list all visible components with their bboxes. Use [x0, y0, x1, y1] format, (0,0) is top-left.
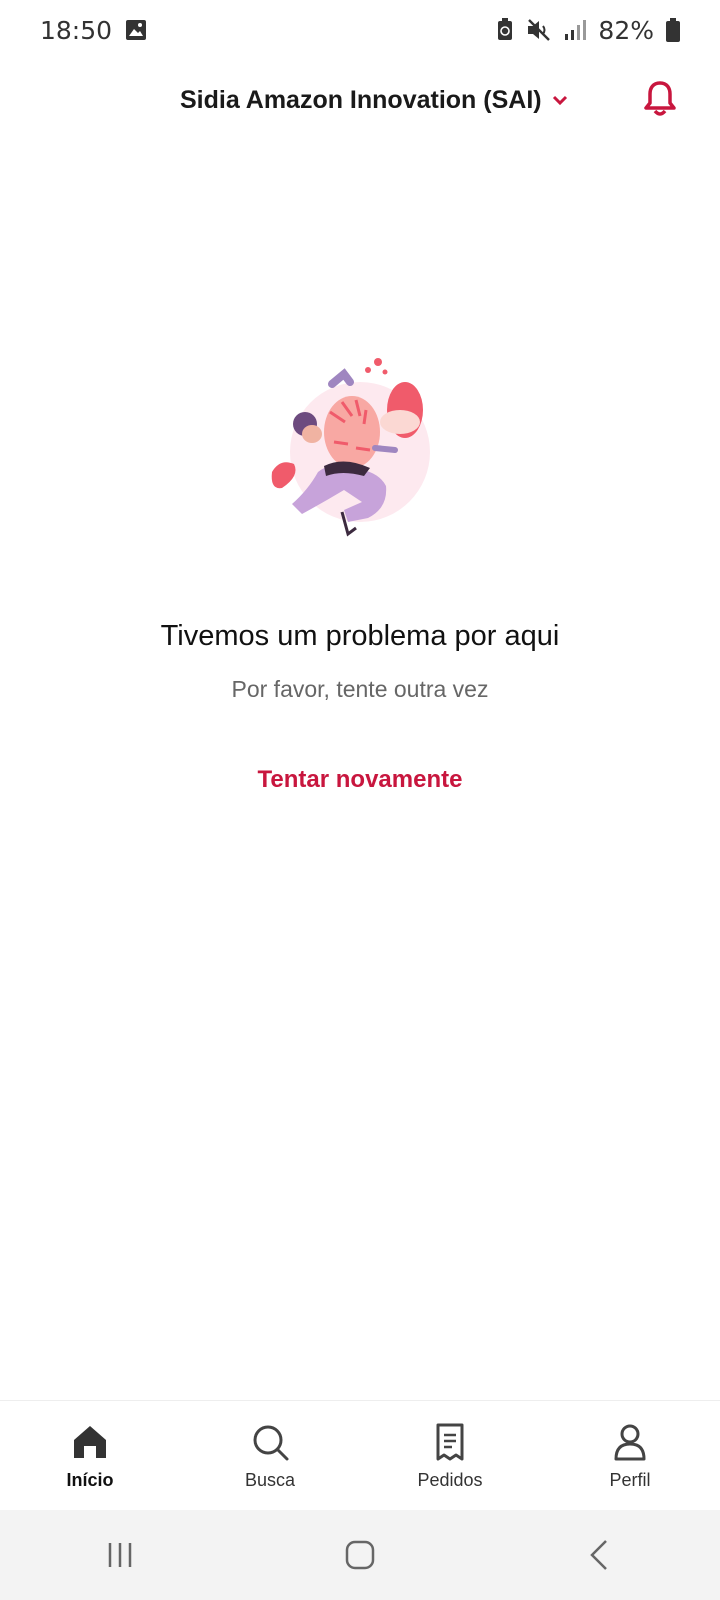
bell-icon[interactable]	[640, 78, 680, 118]
status-right: 82%	[496, 16, 680, 45]
status-left: 18:50	[40, 16, 148, 45]
search-icon	[253, 1425, 289, 1460]
clock: 18:50	[40, 15, 113, 45]
bottom-nav: Início Busca Pedidos Perfil	[0, 1400, 720, 1511]
battery-saver-icon	[498, 18, 513, 40]
nav-label-busca: Busca	[244, 1469, 296, 1490]
recent-apps-icon	[108, 1543, 132, 1567]
error-illustration	[271, 358, 430, 537]
address-selector[interactable]: Sidia Amazon Innovation (SAI)	[180, 86, 568, 115]
back-icon	[590, 1540, 607, 1570]
header: Sidia Amazon Innovation (SAI)	[0, 70, 720, 140]
battery-percent: 82%	[598, 15, 654, 45]
nav-item-pedidos[interactable]: Pedidos	[360, 1401, 540, 1511]
nav-item-busca[interactable]: Busca	[180, 1401, 360, 1511]
nav-item-inicio[interactable]: Início	[0, 1401, 180, 1511]
error-subtitle: Por favor, tente outra vez	[231, 676, 489, 702]
nav-label-pedidos: Pedidos	[417, 1469, 483, 1490]
nav-item-perfil[interactable]: Perfil	[540, 1401, 720, 1511]
address-label: Sidia Amazon Innovation (SAI)	[180, 86, 542, 114]
back-button[interactable]	[570, 1525, 630, 1585]
error-title: Tivemos um problema por aqui	[160, 620, 560, 652]
recent-apps-button[interactable]	[90, 1525, 150, 1585]
profile-icon	[614, 1424, 646, 1460]
nav-label-inicio: Início	[66, 1469, 114, 1490]
home-icon	[74, 1425, 106, 1458]
home-button-icon	[345, 1540, 375, 1570]
home-button[interactable]	[330, 1525, 390, 1585]
orders-icon	[436, 1423, 464, 1460]
battery-icon	[666, 18, 680, 42]
system-nav	[0, 1510, 720, 1600]
mute-icon	[528, 19, 551, 41]
nav-label-perfil: Perfil	[609, 1469, 651, 1490]
status-bar: 18:50 82%	[0, 0, 720, 60]
retry-button[interactable]: Tentar novamente	[0, 766, 720, 794]
signal-icon	[565, 20, 587, 40]
image-icon	[126, 20, 147, 40]
chevron-down-icon	[552, 95, 567, 105]
